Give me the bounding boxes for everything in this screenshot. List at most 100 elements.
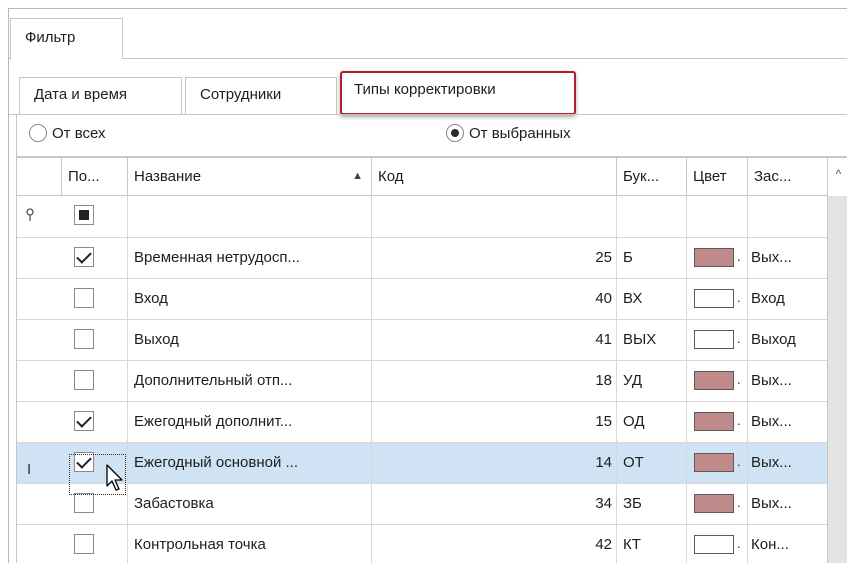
color-swatch bbox=[694, 289, 734, 308]
fill-cell[interactable]: Выход bbox=[748, 320, 828, 360]
column-header-fill[interactable]: Зас... bbox=[748, 158, 828, 196]
color-cell[interactable]: . bbox=[687, 402, 748, 442]
swatch-ellipsis: . bbox=[737, 249, 741, 265]
table-row[interactable]: Вход 40 ВХ. Вход bbox=[17, 279, 828, 320]
code-cell[interactable]: 40 bbox=[372, 279, 617, 319]
auto-filter-row bbox=[17, 196, 828, 238]
letter-cell[interactable]: ОД bbox=[617, 402, 687, 442]
row-indicator-header bbox=[17, 158, 62, 196]
tab-correction-types[interactable]: Типы корректировки bbox=[340, 71, 576, 115]
table-row[interactable]: Выход 41 ВЫХ. Выход bbox=[17, 320, 828, 361]
check-cell[interactable] bbox=[62, 361, 128, 401]
check-cell[interactable] bbox=[62, 525, 128, 563]
name-cell[interactable]: Дополнительный отп... bbox=[128, 361, 372, 401]
code-cell[interactable]: 15 bbox=[372, 402, 617, 442]
filter-code-cell[interactable] bbox=[372, 196, 617, 237]
check-cell[interactable] bbox=[62, 402, 128, 442]
check-cell[interactable] bbox=[62, 238, 128, 278]
filter-check-cell[interactable] bbox=[62, 196, 128, 237]
code-cell[interactable]: 42 bbox=[372, 525, 617, 563]
row-checkbox[interactable] bbox=[74, 493, 94, 513]
color-swatch bbox=[694, 371, 734, 390]
row-checkbox[interactable] bbox=[74, 329, 94, 349]
filter-color-cell[interactable] bbox=[687, 196, 748, 237]
swatch-ellipsis: . bbox=[737, 331, 741, 347]
column-header-code[interactable]: Код bbox=[372, 158, 617, 196]
filter-fill-cell[interactable] bbox=[748, 196, 828, 237]
column-header-color[interactable]: Цвет bbox=[687, 158, 748, 196]
filter-checkbox[interactable] bbox=[74, 205, 94, 225]
filter-pin-icon bbox=[26, 208, 34, 221]
filter-name-cell[interactable] bbox=[128, 196, 372, 237]
code-cell[interactable]: 25 bbox=[372, 238, 617, 278]
letter-cell[interactable]: КТ bbox=[617, 525, 687, 563]
scroll-up-icon[interactable]: ^ bbox=[828, 158, 847, 196]
row-indicator-cell bbox=[17, 238, 62, 278]
radio-from-all[interactable]: От всех bbox=[29, 124, 106, 142]
tab-filter[interactable]: Фильтр bbox=[10, 18, 123, 60]
code-cell[interactable]: 14 bbox=[372, 443, 617, 483]
check-cell[interactable] bbox=[62, 279, 128, 319]
name-cell[interactable]: Выход bbox=[128, 320, 372, 360]
name-cell[interactable]: Вход bbox=[128, 279, 372, 319]
code-cell[interactable]: 18 bbox=[372, 361, 617, 401]
color-swatch bbox=[694, 453, 734, 472]
tab-employees[interactable]: Сотрудники bbox=[185, 77, 337, 115]
tab-date-time[interactable]: Дата и время bbox=[19, 77, 182, 115]
letter-cell[interactable]: ВХ bbox=[617, 279, 687, 319]
main-tab-strip: Фильтр bbox=[9, 9, 847, 60]
row-indicator-cell bbox=[17, 320, 62, 360]
color-cell[interactable]: . bbox=[687, 238, 748, 278]
filter-row-indicator bbox=[17, 196, 62, 237]
color-cell[interactable]: . bbox=[687, 361, 748, 401]
name-cell[interactable]: Временная нетрудосп... bbox=[128, 238, 372, 278]
name-cell[interactable]: Ежегодный дополнит... bbox=[128, 402, 372, 442]
column-header-name[interactable]: Название ▲ bbox=[128, 158, 372, 196]
row-checkbox[interactable] bbox=[74, 534, 94, 554]
name-cell[interactable]: Забастовка bbox=[128, 484, 372, 524]
filter-letter-cell[interactable] bbox=[617, 196, 687, 237]
letter-cell[interactable]: УД bbox=[617, 361, 687, 401]
code-cell[interactable]: 41 bbox=[372, 320, 617, 360]
code-cell[interactable]: 34 bbox=[372, 484, 617, 524]
fill-cell[interactable]: Вых... bbox=[748, 443, 828, 483]
fill-cell[interactable]: Вых... bbox=[748, 402, 828, 442]
color-cell[interactable]: . bbox=[687, 443, 748, 483]
table-row[interactable]: Ежегодный дополнит... 15 ОД. Вых... bbox=[17, 402, 828, 443]
table-row[interactable]: Забастовка 34 ЗБ. Вых... bbox=[17, 484, 828, 525]
column-header-letter[interactable]: Бук... bbox=[617, 158, 687, 196]
table-row[interactable]: Временная нетрудосп... 25 Б. Вых... bbox=[17, 238, 828, 279]
radio-from-selected[interactable]: От выбранных bbox=[446, 124, 571, 142]
row-indicator-cell bbox=[17, 484, 62, 524]
letter-cell[interactable]: Б bbox=[617, 238, 687, 278]
radio-dot-checked[interactable] bbox=[446, 124, 464, 142]
row-checkbox[interactable] bbox=[74, 370, 94, 390]
name-cell[interactable]: Контрольная точка bbox=[128, 525, 372, 563]
grid-header: По... Название ▲ Код Бук... Цвет Зас... bbox=[17, 158, 847, 196]
vertical-scrollbar[interactable]: ^ bbox=[827, 158, 847, 563]
row-checkbox[interactable] bbox=[74, 247, 94, 267]
row-checkbox[interactable] bbox=[74, 288, 94, 308]
table-row[interactable]: Ежегодный основной ... 14 ОТ. Вых... bbox=[17, 443, 828, 484]
letter-cell[interactable]: ЗБ bbox=[617, 484, 687, 524]
fill-cell[interactable]: Вход bbox=[748, 279, 828, 319]
name-cell[interactable]: Ежегодный основной ... bbox=[128, 443, 372, 483]
table-row[interactable]: Дополнительный отп... 18 УД. Вых... bbox=[17, 361, 828, 402]
color-cell[interactable]: . bbox=[687, 525, 748, 563]
fill-cell[interactable]: Кон... bbox=[748, 525, 828, 563]
filter-panel: Фильтр Дата и время Сотрудники Типы корр… bbox=[8, 8, 847, 563]
fill-cell[interactable]: Вых... bbox=[748, 361, 828, 401]
radio-dot[interactable] bbox=[29, 124, 47, 142]
fill-cell[interactable]: Вых... bbox=[748, 484, 828, 524]
table-row[interactable]: Контрольная точка 42 КТ. Кон... bbox=[17, 525, 828, 563]
check-cell[interactable] bbox=[62, 320, 128, 360]
color-cell[interactable]: . bbox=[687, 484, 748, 524]
color-cell[interactable]: . bbox=[687, 279, 748, 319]
color-swatch bbox=[694, 248, 734, 267]
letter-cell[interactable]: ОТ bbox=[617, 443, 687, 483]
column-header-check[interactable]: По... bbox=[62, 158, 128, 196]
row-checkbox[interactable] bbox=[74, 411, 94, 431]
color-cell[interactable]: . bbox=[687, 320, 748, 360]
letter-cell[interactable]: ВЫХ bbox=[617, 320, 687, 360]
fill-cell[interactable]: Вых... bbox=[748, 238, 828, 278]
